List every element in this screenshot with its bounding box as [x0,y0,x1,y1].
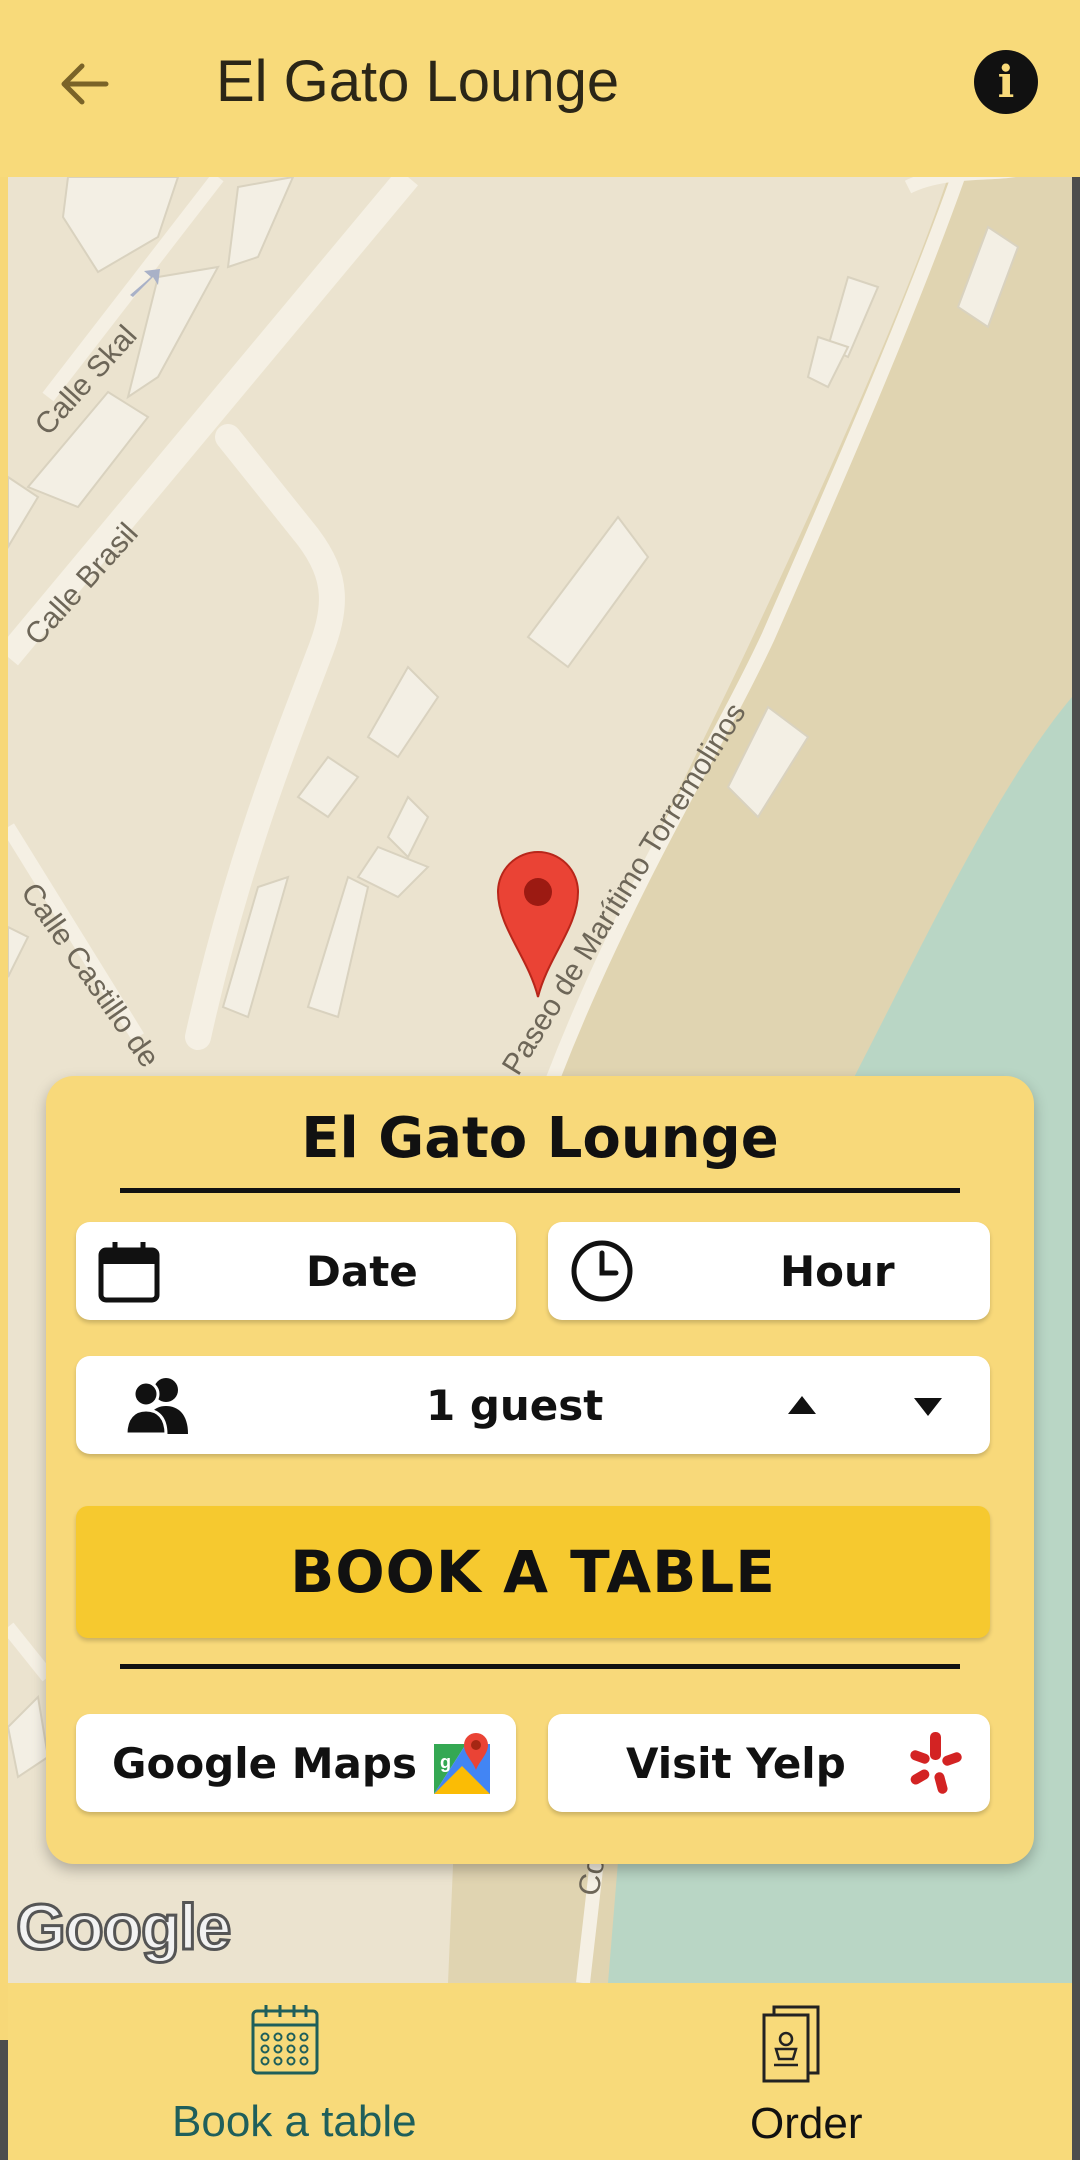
guest-selector: 1 guest [76,1356,990,1454]
people-icon [126,1378,188,1436]
google-maps-button[interactable]: Google Maps g [76,1714,516,1812]
yelp-icon [910,1732,962,1794]
clock-icon [571,1240,633,1302]
date-label: Date [306,1246,418,1296]
street-label: Calle Castillo de [14,877,165,1074]
menu-icon [762,2005,820,2083]
divider [120,1188,960,1193]
guest-count: 1 guest [426,1380,604,1430]
google-maps-icon: g [434,1733,490,1794]
hour-label: Hour [780,1246,895,1296]
info-icon: i [997,56,1015,108]
yelp-label: Visit Yelp [626,1738,846,1788]
hour-picker-button[interactable]: Hour [548,1222,990,1320]
back-arrow-icon [61,63,109,105]
decrement-arrow-icon[interactable] [912,1396,944,1418]
google-maps-label: Google Maps [112,1738,417,1788]
app-bar: El Gato Lounge i [0,0,1080,177]
book-table-button[interactable]: BOOK A TABLE [76,1506,990,1638]
calendar-grid-icon [251,2005,319,2075]
right-edge [1072,0,1080,2160]
yelp-button[interactable]: Visit Yelp [548,1714,990,1812]
info-button[interactable]: i [974,50,1038,114]
google-logo: Google [14,1890,232,1965]
back-button[interactable] [52,52,116,116]
booking-card: El Gato Lounge Date Hour 1 guest BOOK A … [46,1076,1034,1864]
street-label: Calle Brasil [19,517,145,652]
nav-order-label: Order [750,2099,863,2148]
calendar-icon [98,1242,160,1303]
restaurant-name: El Gato Lounge [301,1106,779,1171]
left-edge [0,0,8,2160]
bottom-navigation: Book a table Order [8,1983,1072,2160]
nav-order[interactable]: Order [708,2003,908,2153]
divider [120,1664,960,1669]
nav-book-table-label: Book a table [172,2097,417,2146]
increment-arrow-icon[interactable] [786,1394,818,1416]
nav-book-table[interactable]: Book a table [138,2003,438,2153]
page-title: El Gato Lounge [216,49,620,114]
svg-text:g: g [440,1752,451,1772]
date-picker-button[interactable]: Date [76,1222,516,1320]
